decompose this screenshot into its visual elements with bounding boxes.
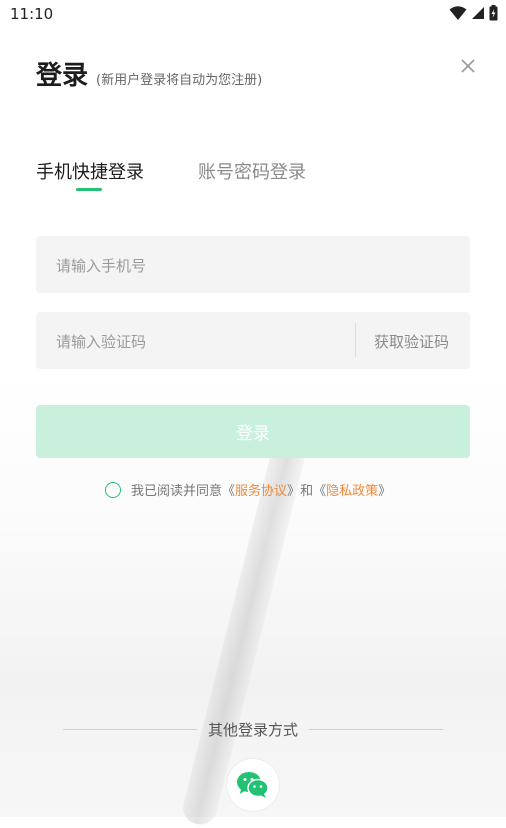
other-login-label: 其他登录方式: [207, 721, 298, 739]
tab-phone-login[interactable]: 手机快捷登录: [36, 158, 144, 191]
login-tabs: 手机快捷登录 账号密码登录: [36, 158, 306, 191]
quote-close: 》: [287, 484, 301, 499]
close-button[interactable]: [458, 56, 478, 76]
wechat-icon: [237, 772, 269, 798]
login-button[interactable]: 登录: [36, 405, 470, 458]
signal-icon: [472, 7, 484, 19]
quote-open: 《: [313, 484, 327, 499]
agreement-row: 我已阅读并同意 《 服务协议 》 和 《 隐私政策 》: [105, 480, 391, 499]
other-login-divider: 其他登录方式: [63, 719, 443, 741]
active-tab-indicator: [76, 188, 102, 191]
tab-label: 账号密码登录: [198, 162, 306, 183]
get-code-button[interactable]: 获取验证码: [374, 331, 449, 352]
page-title: 登录: [36, 61, 89, 91]
agreement-radio[interactable]: [105, 481, 121, 498]
status-time: 11:10: [10, 5, 54, 23]
wechat-login-button[interactable]: [226, 758, 280, 812]
quote-open: 《: [222, 484, 236, 499]
wifi-icon: [449, 6, 467, 20]
code-divider: [355, 323, 356, 357]
tab-password-login[interactable]: 账号密码登录: [198, 158, 306, 184]
agreement-and: 和: [300, 484, 314, 499]
header: 登录 (新用户登录将自动为您注册): [36, 55, 262, 92]
status-icons: [449, 5, 498, 21]
close-icon: [461, 59, 475, 73]
code-field: 获取验证码: [36, 312, 470, 371]
quote-close: 》: [378, 484, 392, 499]
status-bar: 11:10: [0, 0, 506, 28]
agreement-prefix: 我已阅读并同意: [131, 484, 223, 499]
code-input[interactable]: [54, 312, 348, 371]
phone-input[interactable]: [54, 236, 348, 295]
phone-field: [36, 236, 470, 295]
tab-label: 手机快捷登录: [36, 162, 144, 183]
page-subtitle: (新用户登录将自动为您注册): [96, 73, 263, 88]
privacy-policy-link[interactable]: 隐私政策: [326, 480, 378, 499]
service-agreement-link[interactable]: 服务协议: [235, 480, 287, 499]
battery-icon: [489, 5, 498, 21]
